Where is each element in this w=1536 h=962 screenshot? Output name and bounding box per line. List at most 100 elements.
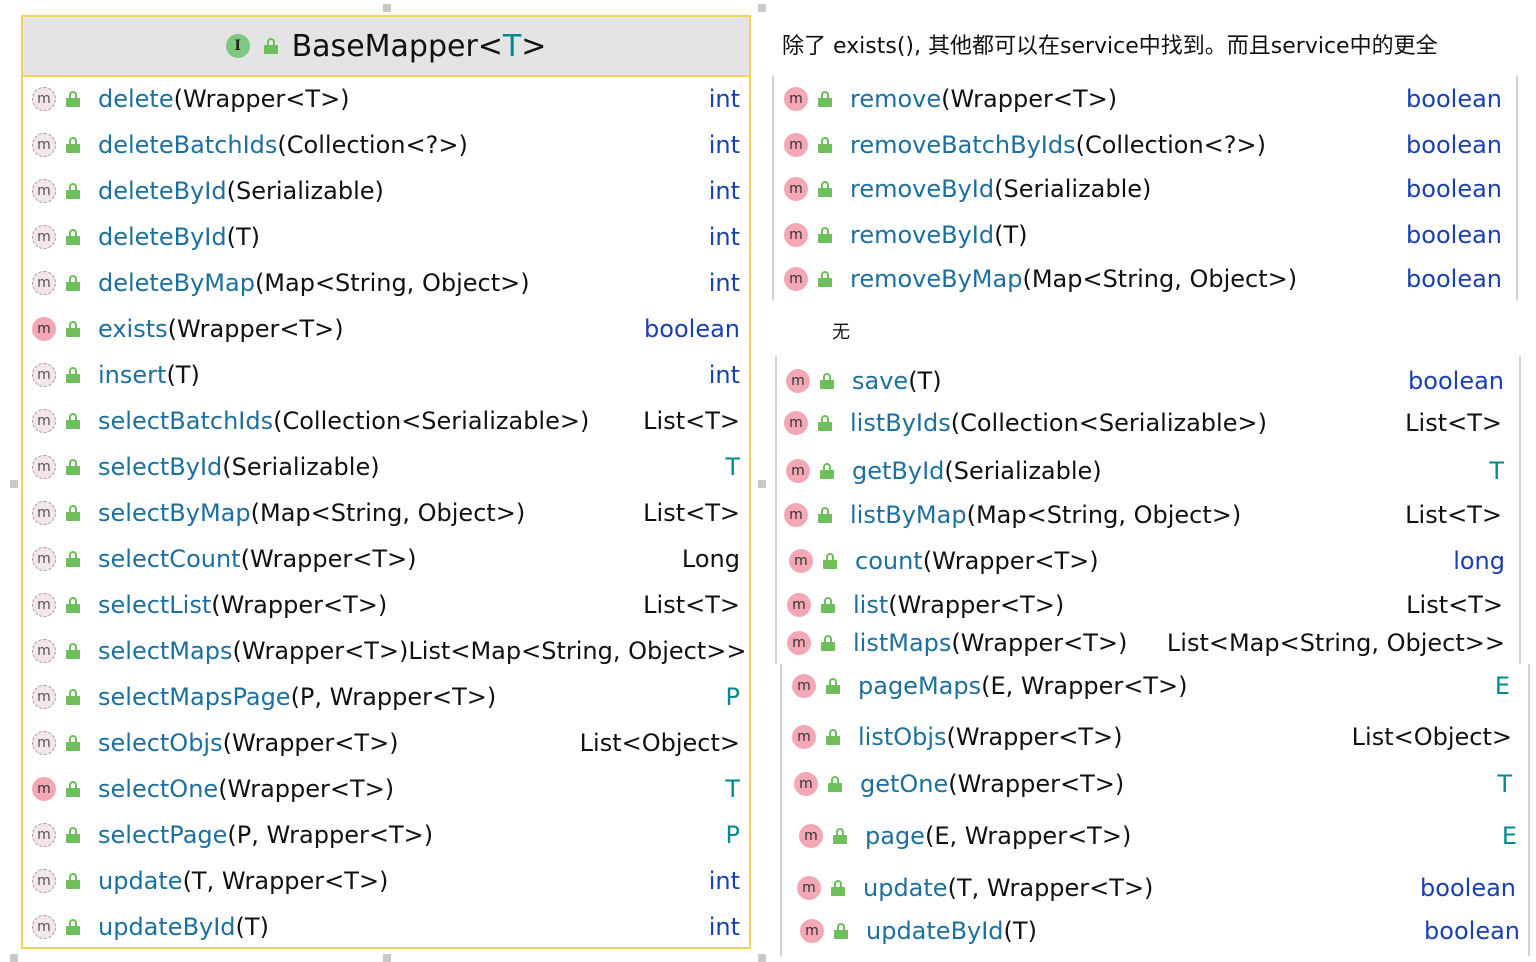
method-params: (T): [994, 221, 1028, 249]
method-icon: m: [792, 674, 816, 698]
method-params: (Wrapper<T>): [946, 723, 1123, 751]
method-icon: m: [786, 369, 810, 393]
method-row[interactable]: m page (E, Wrapper<T>) E: [799, 816, 1517, 856]
method-row[interactable]: m selectMapsPage (P, Wrapper<T>) P: [32, 677, 740, 717]
method-row[interactable]: m listObjs (Wrapper<T>) List<Object>: [792, 717, 1512, 757]
method-name: listByIds: [850, 409, 951, 437]
method-params: (Wrapper<T>): [218, 775, 395, 803]
method-params: (Collection<Serializable>): [273, 407, 590, 435]
method-row[interactable]: m count (Wrapper<T>) long: [789, 541, 1505, 581]
method-row[interactable]: m remove (Wrapper<T>) boolean: [784, 79, 1502, 119]
selection-handle[interactable]: [758, 4, 766, 12]
method-row[interactable]: m removeBatchByIds (Collection<?>) boolean: [784, 125, 1502, 165]
return-type: boolean: [1406, 265, 1502, 293]
method-row[interactable]: m insert (T) int: [32, 355, 740, 395]
method-params: (Wrapper<T>): [941, 85, 1118, 113]
method-icon: m: [787, 593, 811, 617]
return-type: int: [708, 269, 740, 297]
method-name: selectCount: [98, 545, 241, 573]
return-type: List<Object>: [579, 729, 740, 757]
method-icon: m: [32, 133, 56, 157]
return-type: T: [1489, 457, 1504, 485]
public-lock-icon: [821, 597, 835, 613]
method-params: (T, Wrapper<T>): [947, 874, 1154, 902]
method-icon: m: [32, 639, 56, 663]
method-name: listMaps: [853, 629, 952, 657]
method-row[interactable]: m updateById (T) boolean: [800, 911, 1520, 951]
method-row[interactable]: m pageMaps (E, Wrapper<T>) E: [792, 666, 1510, 706]
public-lock-icon: [66, 597, 80, 613]
method-row[interactable]: m updateById (T) int: [32, 907, 740, 947]
return-type: int: [708, 131, 740, 159]
method-params: (Map<String, Object>): [966, 501, 1242, 529]
selection-handle[interactable]: [383, 4, 391, 12]
public-lock-icon: [66, 459, 80, 475]
method-row[interactable]: m removeByMap (Map<String, Object>) boolean: [784, 259, 1502, 299]
method-icon: m: [32, 179, 56, 203]
method-row[interactable]: m deleteByMap (Map<String, Object>) int: [32, 263, 740, 303]
return-type: List<T>: [643, 407, 740, 435]
method-row[interactable]: m deleteBatchIds (Collection<?>) int: [32, 125, 740, 165]
method-row[interactable]: m listByIds (Collection<Serializable>) List…: [784, 403, 1502, 443]
public-lock-icon: [66, 643, 80, 659]
method-row[interactable]: m selectById (Serializable) T: [32, 447, 740, 487]
method-row[interactable]: m selectCount (Wrapper<T>) Long: [32, 539, 740, 579]
method-icon: m: [32, 547, 56, 571]
public-lock-icon: [826, 678, 840, 694]
method-name: deleteById: [98, 177, 227, 205]
method-row[interactable]: m update (T, Wrapper<T>) boolean: [797, 868, 1516, 908]
method-row[interactable]: m exists (Wrapper<T>) boolean: [32, 309, 740, 349]
method-params: (Wrapper<T>): [948, 770, 1125, 798]
return-type: boolean: [1420, 874, 1516, 902]
method-icon: m: [32, 777, 56, 801]
method-name: count: [855, 547, 923, 575]
selection-handle[interactable]: [758, 480, 766, 488]
method-row[interactable]: m deleteById (T) int: [32, 217, 740, 257]
method-row[interactable]: m removeById (Serializable) boolean: [784, 169, 1502, 209]
return-type: int: [708, 85, 740, 113]
method-icon: m: [784, 503, 808, 527]
method-name: selectBatchIds: [98, 407, 274, 435]
method-row[interactable]: m getById (Serializable) T: [786, 451, 1504, 491]
return-type: int: [708, 361, 740, 389]
class-header[interactable]: I BaseMapper<T>: [23, 17, 749, 77]
method-row[interactable]: m selectObjs (Wrapper<T>) List<Object>: [32, 723, 740, 763]
method-row[interactable]: m selectMaps (Wrapper<T>) List<Map<String, …: [32, 631, 747, 671]
method-row[interactable]: m removeById (T) boolean: [784, 215, 1502, 255]
method-row[interactable]: m listMaps (Wrapper<T>) List<Map<String, Ob…: [787, 623, 1505, 663]
return-type: int: [708, 177, 740, 205]
public-lock-icon: [66, 183, 80, 199]
public-lock-icon: [818, 137, 832, 153]
method-row[interactable]: m save (T) boolean: [786, 361, 1504, 401]
method-row[interactable]: m selectByMap (Map<String, Object>) List<T>: [32, 493, 740, 533]
return-type: int: [708, 223, 740, 251]
selection-handle[interactable]: [383, 954, 391, 962]
method-icon: m: [32, 501, 56, 525]
method-row[interactable]: m selectBatchIds (Collection<Serializable>…: [32, 401, 740, 441]
public-lock-icon: [66, 735, 80, 751]
selection-handle[interactable]: [758, 954, 766, 962]
method-icon: m: [32, 271, 56, 295]
return-type: List<Object>: [1351, 723, 1512, 751]
method-row[interactable]: m deleteById (Serializable) int: [32, 171, 740, 211]
method-name: exists: [98, 315, 168, 343]
method-row[interactable]: m selectPage (P, Wrapper<T>) P: [32, 815, 740, 855]
return-type: E: [1494, 672, 1510, 700]
selection-handle[interactable]: [10, 954, 18, 962]
selection-handle[interactable]: [10, 480, 18, 488]
method-row[interactable]: m update (T, Wrapper<T>) int: [32, 861, 740, 901]
method-name: removeById: [850, 175, 995, 203]
method-row[interactable]: m selectList (Wrapper<T>) List<T>: [32, 585, 740, 625]
public-lock-icon: [263, 38, 278, 54]
method-row[interactable]: m listByMap (Map<String, Object>) List<T>: [784, 495, 1502, 535]
public-lock-icon: [66, 505, 80, 521]
method-row[interactable]: m delete (Wrapper<T>) int: [32, 79, 740, 119]
method-row[interactable]: m selectOne (Wrapper<T>) T: [32, 769, 740, 809]
method-row[interactable]: m list (Wrapper<T>) List<T>: [787, 585, 1503, 625]
method-icon: m: [794, 772, 818, 796]
return-type: boolean: [644, 315, 740, 343]
public-lock-icon: [66, 91, 80, 107]
method-row[interactable]: m getOne (Wrapper<T>) T: [794, 764, 1512, 804]
method-params: (Serializable): [222, 453, 380, 481]
public-lock-icon: [818, 507, 832, 523]
